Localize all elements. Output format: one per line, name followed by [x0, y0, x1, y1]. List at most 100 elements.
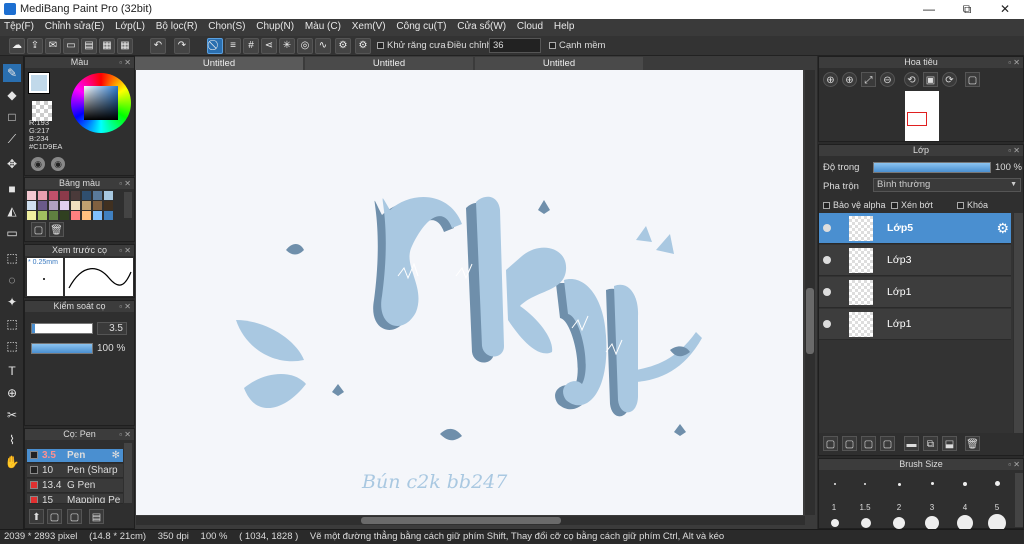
- layer-settings-gear-icon[interactable]: ⚙: [996, 220, 1009, 237]
- dot-tool-icon[interactable]: □: [3, 108, 21, 126]
- brush-tool-icon[interactable]: ✎: [3, 64, 21, 82]
- layer-item-lop5[interactable]: Lớp5 ⚙: [819, 213, 1011, 244]
- snap-grid-icon[interactable]: #: [243, 38, 259, 54]
- menu-file[interactable]: Tệp(F): [0, 19, 38, 34]
- navigator-viewport[interactable]: [907, 112, 927, 126]
- gradient-tool-icon[interactable]: ▭: [3, 224, 21, 242]
- brush-item-g-pen[interactable]: 13.4 G Pen: [27, 479, 123, 493]
- brush-size-value[interactable]: 3.5: [97, 322, 127, 335]
- tab-untitled-3[interactable]: Untitled: [475, 57, 643, 70]
- duplicate-layer-icon[interactable]: ⧉: [923, 436, 938, 451]
- palette-swatch[interactable]: [38, 191, 47, 200]
- select-pen-icon[interactable]: ⬚: [3, 315, 21, 333]
- brush-size-dot[interactable]: [864, 483, 866, 485]
- palette-swatch[interactable]: [60, 201, 69, 210]
- new-layer-icon[interactable]: ▢: [823, 436, 838, 451]
- drawing-canvas[interactable]: Bún c2k bb247: [136, 70, 803, 515]
- palette-swatch[interactable]: [60, 211, 69, 220]
- panel-close-icon[interactable]: ▫ ✕: [119, 429, 131, 440]
- brush-item-pen[interactable]: 3.5 Pen ✻: [27, 449, 123, 463]
- close-button[interactable]: ✕: [986, 0, 1024, 19]
- brush-size-dot[interactable]: [861, 518, 871, 528]
- menu-window[interactable]: Cửa sổ(W): [453, 19, 510, 34]
- delete-layer-icon[interactable]: 🗑: [965, 436, 980, 451]
- layer-menu-icon[interactable]: ▢: [880, 436, 895, 451]
- foreground-color-swatch[interactable]: [28, 72, 50, 94]
- menu-view[interactable]: Xem(V): [348, 19, 390, 34]
- eyedropper-tool-icon[interactable]: ⌇: [3, 431, 21, 449]
- palette-swatch[interactable]: [38, 201, 47, 210]
- palette-swatch[interactable]: [93, 211, 102, 220]
- new-folder-icon[interactable]: ▬: [904, 436, 919, 451]
- palette-swatch[interactable]: [82, 201, 91, 210]
- brush-size-dot[interactable]: [931, 482, 934, 485]
- palette-swatch[interactable]: [27, 201, 36, 210]
- panel-close-icon[interactable]: ▫ ✕: [1008, 459, 1020, 470]
- brush-copy-icon[interactable]: ▢: [47, 509, 62, 524]
- palette-swatch[interactable]: [71, 191, 80, 200]
- nav-zoom-plus-icon[interactable]: ⊕: [842, 72, 857, 87]
- nav-flip-icon[interactable]: ▣: [923, 72, 938, 87]
- adjust-input[interactable]: 36: [489, 38, 541, 53]
- lasso-tool-icon[interactable]: ◌: [3, 271, 21, 289]
- nav-rotate-left-icon[interactable]: ⟲: [904, 72, 919, 87]
- brush-import-icon[interactable]: ▤: [89, 509, 104, 524]
- blend-mode-select[interactable]: Bình thường ▼: [873, 178, 1021, 192]
- menu-layer[interactable]: Lớp(L): [111, 19, 149, 34]
- minimize-button[interactable]: —: [910, 0, 948, 19]
- brush-size-dot[interactable]: [834, 483, 836, 485]
- menu-edit[interactable]: Chỉnh sửa(E): [41, 19, 109, 34]
- brush-item-pen-sharp[interactable]: 10 Pen (Sharp: [27, 464, 123, 478]
- palette-scrollbar[interactable]: [124, 192, 132, 218]
- palette-swatch[interactable]: [49, 211, 58, 220]
- line-tool-icon[interactable]: ⟋: [3, 130, 21, 148]
- palette-delete-icon[interactable]: 🗑: [49, 222, 64, 237]
- snap-settings-icon[interactable]: ⚙: [335, 38, 351, 54]
- nav-fit-icon[interactable]: ⤢: [861, 72, 876, 87]
- brush-add-icon[interactable]: ⬆: [29, 509, 44, 524]
- restore-button[interactable]: ⧉: [948, 0, 986, 19]
- menu-cloud[interactable]: Cloud: [513, 19, 547, 34]
- menu-filter[interactable]: Bộ lọc(R): [152, 19, 202, 34]
- panel-close-icon[interactable]: ▫ ✕: [119, 245, 131, 256]
- saturation-square[interactable]: [84, 86, 118, 120]
- snap-curve-icon[interactable]: ∿: [315, 38, 331, 54]
- vertical-scroll-thumb[interactable]: [806, 288, 814, 354]
- palette-swatch[interactable]: [71, 201, 80, 210]
- brush-size-dot[interactable]: [995, 481, 1000, 486]
- text-tool-icon[interactable]: T: [3, 362, 21, 380]
- color-wheel[interactable]: [71, 73, 131, 133]
- visibility-eye-icon[interactable]: [823, 224, 831, 232]
- palette-swatch[interactable]: [71, 211, 80, 220]
- palette-swatch[interactable]: [27, 211, 36, 220]
- palette-new-icon[interactable]: ▢: [31, 222, 46, 237]
- palette-swatch[interactable]: [104, 201, 113, 210]
- panel-close-icon[interactable]: ▫ ✕: [119, 301, 131, 312]
- panel-close-icon[interactable]: ▫ ✕: [1008, 145, 1020, 156]
- visibility-eye-icon[interactable]: [823, 288, 831, 296]
- nav-rotate-right-icon[interactable]: ⟳: [942, 72, 957, 87]
- palette-swatch[interactable]: [104, 191, 113, 200]
- operation-tool-icon[interactable]: ⊕: [3, 384, 21, 402]
- fill-rect-icon[interactable]: ■: [3, 180, 21, 198]
- brush-size-scrollbar[interactable]: [1015, 473, 1023, 527]
- brush-size-dot[interactable]: [831, 519, 839, 527]
- palette-swatch[interactable]: [49, 201, 58, 210]
- brush-size-dot[interactable]: [925, 516, 939, 530]
- layer-item-lop1-b[interactable]: Lớp1: [819, 309, 1011, 340]
- palette-swatch[interactable]: [60, 191, 69, 200]
- horizontal-scrollbar[interactable]: [136, 516, 805, 525]
- tab-untitled-2[interactable]: Untitled: [305, 57, 473, 70]
- menu-select[interactable]: Chọn(S): [204, 19, 249, 34]
- palette-swatch[interactable]: [104, 211, 113, 220]
- magic-wand-icon[interactable]: ✦: [3, 293, 21, 311]
- divide-tool-icon[interactable]: ✂: [3, 406, 21, 424]
- cloud-icon[interactable]: ☁: [9, 38, 25, 54]
- menu-tools[interactable]: Công cụ(T): [392, 19, 450, 34]
- layer-list-scrollbar[interactable]: [1014, 213, 1023, 433]
- brush-opacity-slider[interactable]: [31, 343, 93, 354]
- visibility-eye-icon[interactable]: [823, 320, 831, 328]
- brush-size-dot[interactable]: [898, 483, 901, 486]
- comment-icon[interactable]: ▭: [63, 38, 79, 54]
- panel-close-icon[interactable]: ▫ ✕: [1008, 57, 1020, 68]
